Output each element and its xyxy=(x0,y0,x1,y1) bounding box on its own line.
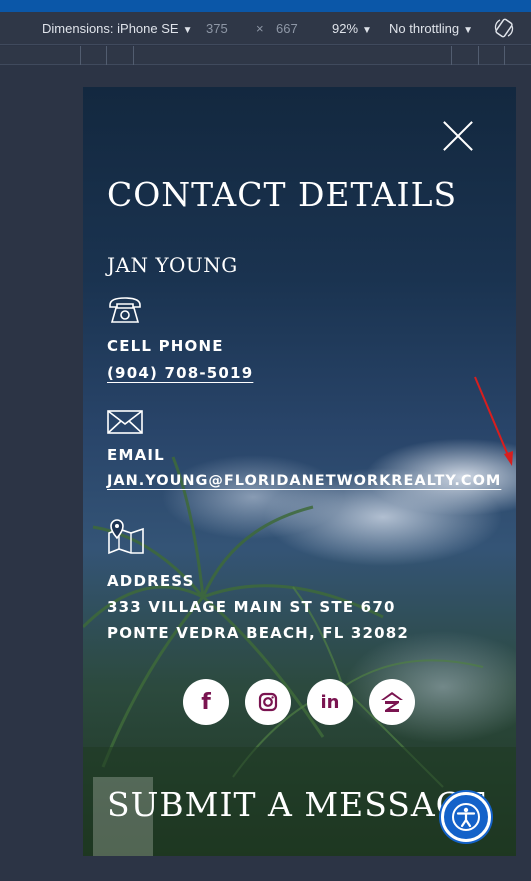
accessibility-button[interactable] xyxy=(441,792,491,842)
submit-message-heading: SUBMIT A MESSAGE xyxy=(107,785,489,824)
ruler-divider xyxy=(80,46,81,65)
ruler-divider xyxy=(451,46,452,65)
email-label: EMAIL xyxy=(107,446,165,464)
linkedin-button[interactable]: in xyxy=(307,679,353,725)
address-label: ADDRESS xyxy=(107,572,195,590)
ruler-divider xyxy=(478,46,479,65)
facebook-button[interactable]: f xyxy=(183,679,229,725)
ruler-divider xyxy=(504,46,505,65)
instagram-icon xyxy=(258,692,278,712)
phone-link[interactable]: (904) 708-5019 xyxy=(107,364,253,382)
device-viewport: CONTACT DETAILS JAN YOUNG CELL PHONE (90… xyxy=(83,87,516,856)
annotation-arrow-icon xyxy=(474,376,513,466)
width-input[interactable]: 375 xyxy=(206,21,228,36)
device-select[interactable]: Dimensions: iPhone SE ▼ xyxy=(42,21,192,36)
phone-label: CELL PHONE xyxy=(107,337,224,355)
device-toolbar: Dimensions: iPhone SE ▼ 375 × 667 92% ▼ No… xyxy=(0,12,531,45)
rotate-icon[interactable] xyxy=(493,17,515,39)
caret-down-icon: ▼ xyxy=(182,25,193,36)
zoom-label: 92% xyxy=(332,21,359,36)
page-title: CONTACT DETAILS xyxy=(107,175,458,214)
accessibility-icon xyxy=(452,803,480,831)
caret-down-icon: ▼ xyxy=(463,25,473,36)
times-sign: × xyxy=(256,21,264,36)
telephone-icon xyxy=(109,297,141,323)
zoom-select[interactable]: 92% ▼ xyxy=(332,21,372,36)
agent-name: JAN YOUNG xyxy=(107,253,238,277)
map-pin-icon xyxy=(108,519,144,555)
zillow-button[interactable] xyxy=(369,679,415,725)
ruler-divider xyxy=(133,46,134,65)
address-line-1: 333 VILLAGE MAIN ST STE 670 xyxy=(107,598,396,616)
device-select-label: Dimensions: iPhone SE xyxy=(42,21,179,36)
top-accent-bar xyxy=(0,0,531,12)
close-button[interactable] xyxy=(441,119,475,153)
throttling-select[interactable]: No throttling ▼ xyxy=(389,21,473,36)
media-query-ruler[interactable] xyxy=(0,46,531,65)
facebook-icon: f xyxy=(201,689,211,715)
throttling-label: No throttling xyxy=(389,21,460,36)
ruler-divider xyxy=(106,46,107,65)
email-link[interactable]: JAN.YOUNG@FLORIDANETWORKREALTY.COM xyxy=(107,473,501,489)
height-input[interactable]: 667 xyxy=(276,21,298,36)
address-line-2: PONTE VEDRA BEACH, FL 32082 xyxy=(107,624,410,642)
zillow-icon xyxy=(381,692,403,712)
instagram-button[interactable] xyxy=(245,679,291,725)
linkedin-icon: in xyxy=(320,691,340,713)
caret-down-icon: ▼ xyxy=(362,25,372,36)
envelope-icon xyxy=(107,410,143,434)
